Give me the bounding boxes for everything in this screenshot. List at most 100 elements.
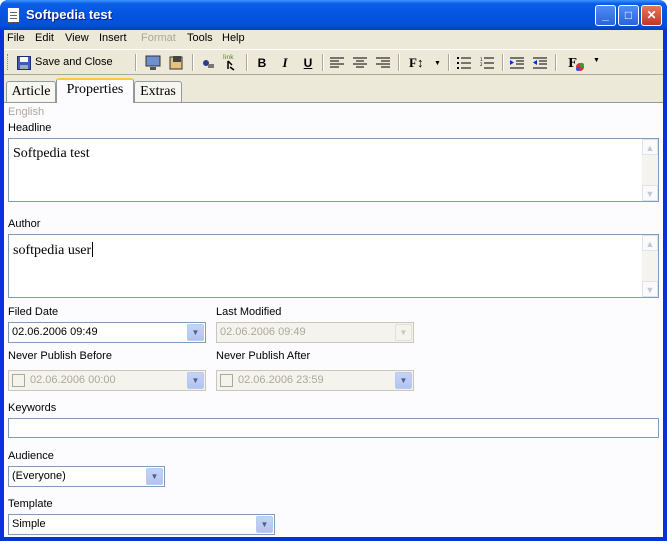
menu-help[interactable]: Help — [222, 32, 245, 44]
headline-scrollbar[interactable]: ▲ ▼ — [642, 139, 658, 201]
headline-field[interactable]: Softpedia test ▲ ▼ — [8, 138, 659, 202]
window-title: Softpedia test — [26, 7, 112, 22]
scroll-up-icon[interactable]: ▲ — [642, 235, 658, 251]
menu-insert[interactable]: Insert — [99, 32, 127, 44]
align-right-icon — [376, 57, 390, 68]
numbered-list-button[interactable]: 12 — [477, 53, 497, 73]
scroll-down-icon[interactable]: ▼ — [642, 185, 658, 201]
bullet-list-icon — [457, 57, 471, 69]
last-modified-label: Last Modified — [216, 306, 282, 318]
chevron-down-icon[interactable]: ▼ — [146, 468, 163, 485]
toolbar: Save and Close link B I U F↕ ▼ 1 2 F ▼ — [4, 49, 663, 75]
toolbar-separator — [192, 54, 194, 71]
tab-strip: Article Properties Extras — [4, 78, 663, 103]
svg-text:F: F — [568, 56, 577, 70]
menu-edit[interactable]: Edit — [35, 32, 54, 44]
insert-anchor-button[interactable] — [198, 53, 218, 73]
text-cursor — [92, 242, 94, 257]
monitor-icon — [145, 55, 161, 70]
link-icon: link — [223, 54, 235, 71]
toolbar-separator — [555, 54, 557, 71]
outdent-button[interactable] — [530, 53, 550, 73]
bold-icon: B — [257, 56, 267, 70]
scroll-up-icon[interactable]: ▲ — [642, 139, 658, 155]
menu-format[interactable]: Format — [141, 32, 176, 44]
author-value: softpedia user — [13, 243, 92, 258]
never-publish-after-label: Never Publish After — [216, 350, 311, 362]
template-select[interactable]: Simple ▼ — [8, 514, 275, 535]
toolbar-separator — [398, 54, 400, 71]
tab-article[interactable]: Article — [6, 81, 56, 102]
toolbar-separator — [322, 54, 324, 71]
bold-button[interactable]: B — [252, 53, 272, 73]
toolbar-grip[interactable] — [7, 54, 10, 70]
outdent-icon — [533, 57, 547, 69]
title-bar[interactable]: Softpedia test _ □ ✕ — [0, 0, 667, 30]
italic-button[interactable]: I — [275, 53, 295, 73]
keywords-input[interactable] — [8, 418, 659, 438]
insert-link-button[interactable]: link — [220, 53, 240, 73]
never-publish-before-picker[interactable]: 02.06.2006 00:00 ▼ — [8, 370, 206, 391]
audience-label: Audience — [8, 450, 54, 462]
chevron-down-icon: ▼ — [593, 57, 600, 64]
bullet-list-button[interactable] — [454, 53, 474, 73]
minimize-button[interactable]: _ — [595, 5, 616, 26]
last-modified-picker: 02.06.2006 09:49 ▼ — [216, 322, 414, 343]
close-button[interactable]: ✕ — [641, 5, 662, 26]
chevron-down-icon[interactable]: ▼ — [187, 324, 204, 341]
chevron-down-icon[interactable]: ▼ — [256, 516, 273, 533]
toolbar-separator — [502, 54, 504, 71]
filed-date-value: 02.06.2006 09:49 — [12, 326, 98, 338]
close-icon: ✕ — [646, 8, 657, 22]
toolbar-separator — [135, 54, 137, 71]
headline-label: Headline — [8, 122, 52, 134]
author-field[interactable]: softpedia user ▲ ▼ — [8, 234, 659, 298]
underline-button[interactable]: U — [298, 53, 318, 73]
author-scrollbar[interactable]: ▲ ▼ — [642, 235, 658, 297]
audience-select[interactable]: (Everyone) ▼ — [8, 466, 165, 487]
menu-tools[interactable]: Tools — [187, 32, 213, 44]
menu-file[interactable]: File — [7, 32, 25, 44]
chevron-down-icon[interactable]: ▼ — [395, 372, 412, 389]
toolbar-separator — [448, 54, 450, 71]
tab-extras[interactable]: Extras — [134, 81, 182, 102]
underline-icon: U — [303, 56, 313, 70]
numbered-list-icon: 12 — [480, 57, 494, 69]
align-left-button[interactable] — [327, 53, 347, 73]
save-and-close-label: Save and Close — [35, 56, 113, 68]
font-color-icon: F — [568, 56, 584, 71]
svg-text:2: 2 — [480, 62, 483, 67]
indent-button[interactable] — [507, 53, 527, 73]
chevron-down-icon: ▼ — [434, 59, 441, 67]
never-publish-after-value: 02.06.2006 23:59 — [238, 374, 324, 386]
template-value: Simple — [12, 518, 46, 530]
insert-image-button[interactable] — [166, 53, 186, 73]
scroll-down-icon[interactable]: ▼ — [642, 281, 658, 297]
never-publish-before-checkbox[interactable] — [12, 374, 25, 387]
never-publish-before-label: Never Publish Before — [8, 350, 112, 362]
last-modified-value: 02.06.2006 09:49 — [220, 326, 306, 338]
app-window: Softpedia test _ □ ✕ File Edit View Inse… — [0, 0, 667, 541]
font-size-button[interactable]: F↕ ▼ — [405, 53, 441, 73]
never-publish-after-checkbox[interactable] — [220, 374, 233, 387]
headline-value: Softpedia test — [13, 146, 90, 161]
align-right-button[interactable] — [373, 53, 393, 73]
save-and-close-button[interactable]: Save and Close — [15, 53, 115, 73]
client-area: File Edit View Insert Format Tools Help … — [4, 30, 663, 537]
never-publish-after-picker[interactable]: 02.06.2006 23:59 ▼ — [216, 370, 414, 391]
tab-properties[interactable]: Properties — [56, 78, 134, 103]
menu-view[interactable]: View — [65, 32, 89, 44]
anchor-icon — [203, 60, 214, 68]
font-color-button[interactable]: F ▼ — [566, 53, 602, 73]
align-center-icon — [353, 57, 367, 68]
language-label: English — [8, 106, 45, 118]
chevron-down-icon: ▼ — [395, 324, 412, 341]
chevron-down-icon[interactable]: ▼ — [187, 372, 204, 389]
align-center-button[interactable] — [350, 53, 370, 73]
filed-date-picker[interactable]: 02.06.2006 09:49 ▼ — [8, 322, 206, 343]
document-icon — [7, 7, 20, 23]
indent-icon — [510, 57, 524, 69]
preview-button[interactable] — [143, 53, 163, 73]
maximize-button[interactable]: □ — [618, 5, 639, 26]
maximize-icon: □ — [624, 8, 633, 22]
